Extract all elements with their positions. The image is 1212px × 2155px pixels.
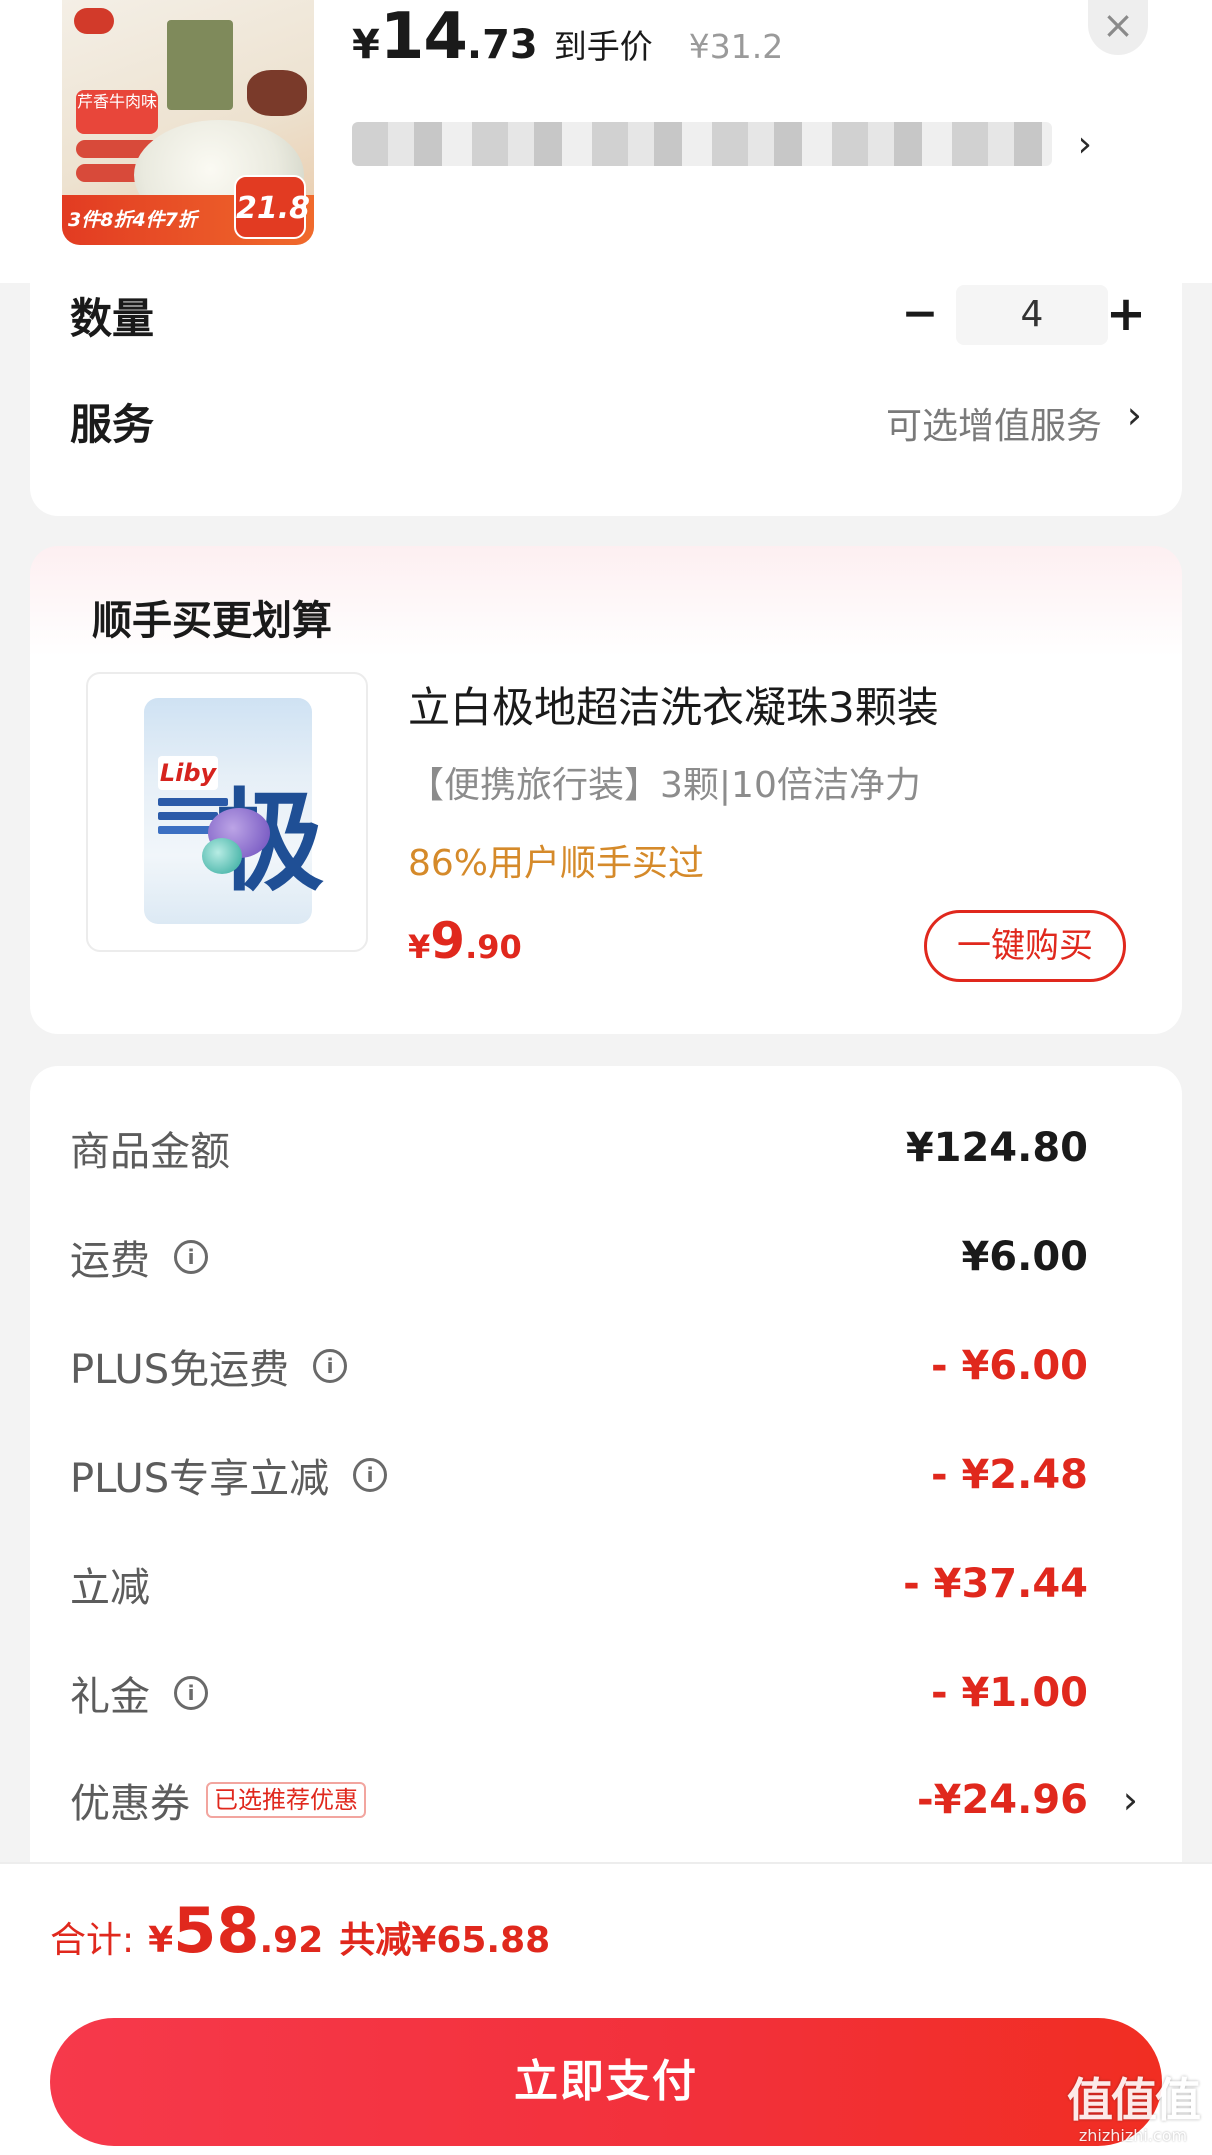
info-icon[interactable]: i [353,1458,388,1492]
summary-value: - ¥1.00 [930,1670,1088,1716]
package-image [167,20,233,110]
selected-spec-row[interactable]: › [352,110,1092,178]
price-integer: 14 [379,0,468,74]
recommended-product-desc: 【便携旅行装】3颗|10倍洁净力 [408,765,921,806]
summary-label: 优惠券 [70,1781,190,1827]
recommendation-title: 顺手买更划算 [92,598,332,644]
gel-pod-image [202,838,242,874]
total-bar: 合计: ¥ 58 .92 共减¥65.88 [0,1862,1212,2000]
beef-image [247,70,307,116]
options-card: 数量 − 4 + 服务 可选增值服务 › [30,283,1182,516]
summary-value: -¥24.96 [917,1777,1088,1823]
original-price: ¥31.2 [688,27,784,66]
pay-now-button[interactable]: 立即支付 [50,2018,1162,2146]
product-header: 芹香牛肉味 3件8折4件7折 21.8 ¥ 14 .73 到手价 ¥31.2 ×… [0,0,1212,283]
pack-text-line [158,812,218,820]
chevron-right-icon: › [1077,123,1092,165]
total-decimal: .92 [259,1920,324,1961]
coupon-recommended-tag: 已选推荐优惠 [206,1782,366,1818]
quantity-stepper: − 4 + [30,285,1182,345]
summary-label: PLUS专享立减 [70,1456,330,1502]
detergent-pack-image: Liby 极 [144,698,324,924]
summary-label: 礼金 [70,1674,150,1720]
plus-icon[interactable]: + [1096,285,1156,345]
total-integer: 58 [173,1894,260,1967]
summary-label: 立减 [70,1565,150,1611]
total-saved: 共减¥65.88 [339,1920,551,1961]
summary-value: ¥124.80 [905,1125,1088,1171]
one-click-buy-button[interactable]: 一键购买 [924,910,1126,982]
social-proof-text: 86%用户顺手买过 [408,843,705,884]
summary-row-goods: 商品金额 ¥124.80 [70,1118,1142,1178]
blurred-spec-text [352,122,1052,166]
summary-value: - ¥2.48 [930,1452,1088,1498]
info-icon[interactable]: i [174,1676,208,1710]
checkout-page: 芹香牛肉味 3件8折4件7折 21.8 ¥ 14 .73 到手价 ¥31.2 ×… [0,0,1212,2155]
summary-row-plus-shipping: PLUS免运费 i - ¥6.00 [70,1336,1142,1396]
summary-value: ¥6.00 [961,1234,1088,1280]
summary-value: - ¥37.44 [903,1561,1088,1607]
pay-area: 立即支付 [0,2000,1212,2155]
summary-row-shipping: 运费 i ¥6.00 [70,1227,1142,1287]
info-icon[interactable]: i [174,1240,208,1274]
close-button[interactable]: × [1088,0,1148,55]
product-thumbnail[interactable]: 芹香牛肉味 3件8折4件7折 21.8 [62,0,314,245]
recommended-product-image[interactable]: Liby 极 [86,672,368,952]
summary-row-coupon[interactable]: 优惠券 已选推荐优惠 -¥24.96 › [70,1770,1142,1830]
chevron-right-icon: › [1122,1778,1138,1822]
quantity-input[interactable]: 4 [956,285,1108,345]
total-label: 合计: [50,1920,135,1961]
price-summary-card: 商品金额 ¥124.80 运费 i ¥6.00 PLUS免运费 i - ¥6.00 … [30,1066,1182,1886]
currency-symbol: ¥ [352,22,380,68]
watermark: 值值值 zhizhizhi.com [1058,2074,1208,2154]
flavor-tag: 芹香牛肉味 [76,90,158,134]
summary-label: 运费 [70,1238,150,1284]
service-row[interactable]: 服务 可选增值服务 › [30,391,1182,455]
minus-icon[interactable]: − [890,285,950,345]
liby-logo: Liby [158,756,218,790]
service-value: 可选增值服务 [885,406,1102,447]
order-total: 合计: ¥ 58 .92 共减¥65.88 [50,1894,550,1967]
recommended-product-name[interactable]: 立白极地超洁洗衣凝珠3颗装 [408,674,939,735]
summary-label: 商品金额 [70,1129,230,1175]
brand-logo [74,8,114,34]
info-icon[interactable]: i [313,1349,348,1383]
price-label: 到手价 [553,27,653,66]
recommended-product-price: ¥ 9 .90 [408,912,522,970]
promo-price-badge: 21.8 [234,175,310,239]
service-label: 服务 [70,400,155,449]
price-integer: 9 [430,912,466,970]
price-decimal: .90 [465,928,522,966]
deal-price: ¥ 14 .73 到手价 ¥31.2 [352,0,784,74]
summary-label: PLUS免运费 [70,1347,290,1393]
chevron-right-icon: › [1126,393,1142,437]
summary-value: - ¥6.00 [930,1343,1088,1389]
currency-symbol: ¥ [408,928,431,966]
summary-row-plus-discount: PLUS专享立减 i - ¥2.48 [70,1445,1142,1505]
price-decimal: .73 [466,22,538,68]
summary-row-gift-money: 礼金 i - ¥1.00 [70,1663,1142,1723]
recommendation-card: 顺手买更划算 Liby 极 立白极地超洁洗衣凝珠3颗装 【便携旅行装】3颗|10… [30,546,1182,1034]
summary-row-instant-discount: 立减 - ¥37.44 [70,1554,1142,1614]
currency-symbol: ¥ [148,1920,174,1961]
watermark-url: zhizhizhi.com [1078,2126,1188,2145]
watermark-logo: 值值值 [1067,2073,1201,2127]
